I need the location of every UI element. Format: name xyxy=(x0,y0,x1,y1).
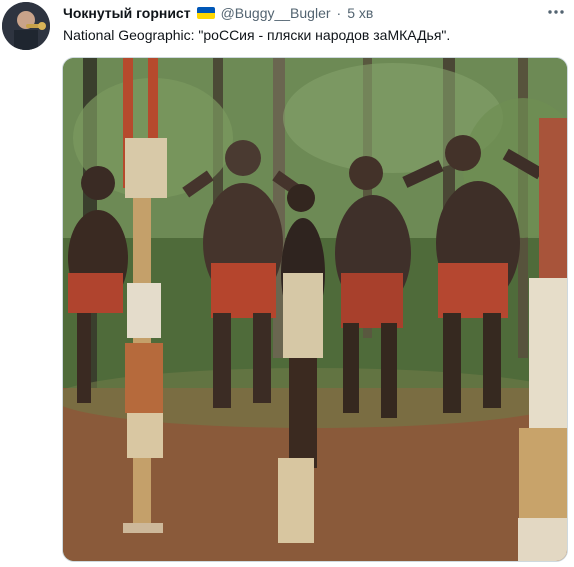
separator-dot: · xyxy=(336,5,342,21)
ukraine-flag-icon xyxy=(196,7,215,19)
tweet-timestamp[interactable]: 5 хв xyxy=(347,5,373,21)
tweet-card[interactable]: Чокнутый горнист @Buggy__Bugler · 5 хв N… xyxy=(0,0,574,567)
author-avatar[interactable] xyxy=(2,2,50,50)
author-handle[interactable]: @Buggy__Bugler xyxy=(221,5,331,21)
tweet-media[interactable] xyxy=(62,57,568,562)
more-horizontal-icon[interactable] xyxy=(544,4,568,20)
tweet-text: National Geographic: "роССия - пляски на… xyxy=(63,27,451,43)
tweet-header: Чокнутый горнист @Buggy__Bugler · 5 хв xyxy=(63,4,534,22)
author-name[interactable]: Чокнутый горнист xyxy=(63,5,191,21)
